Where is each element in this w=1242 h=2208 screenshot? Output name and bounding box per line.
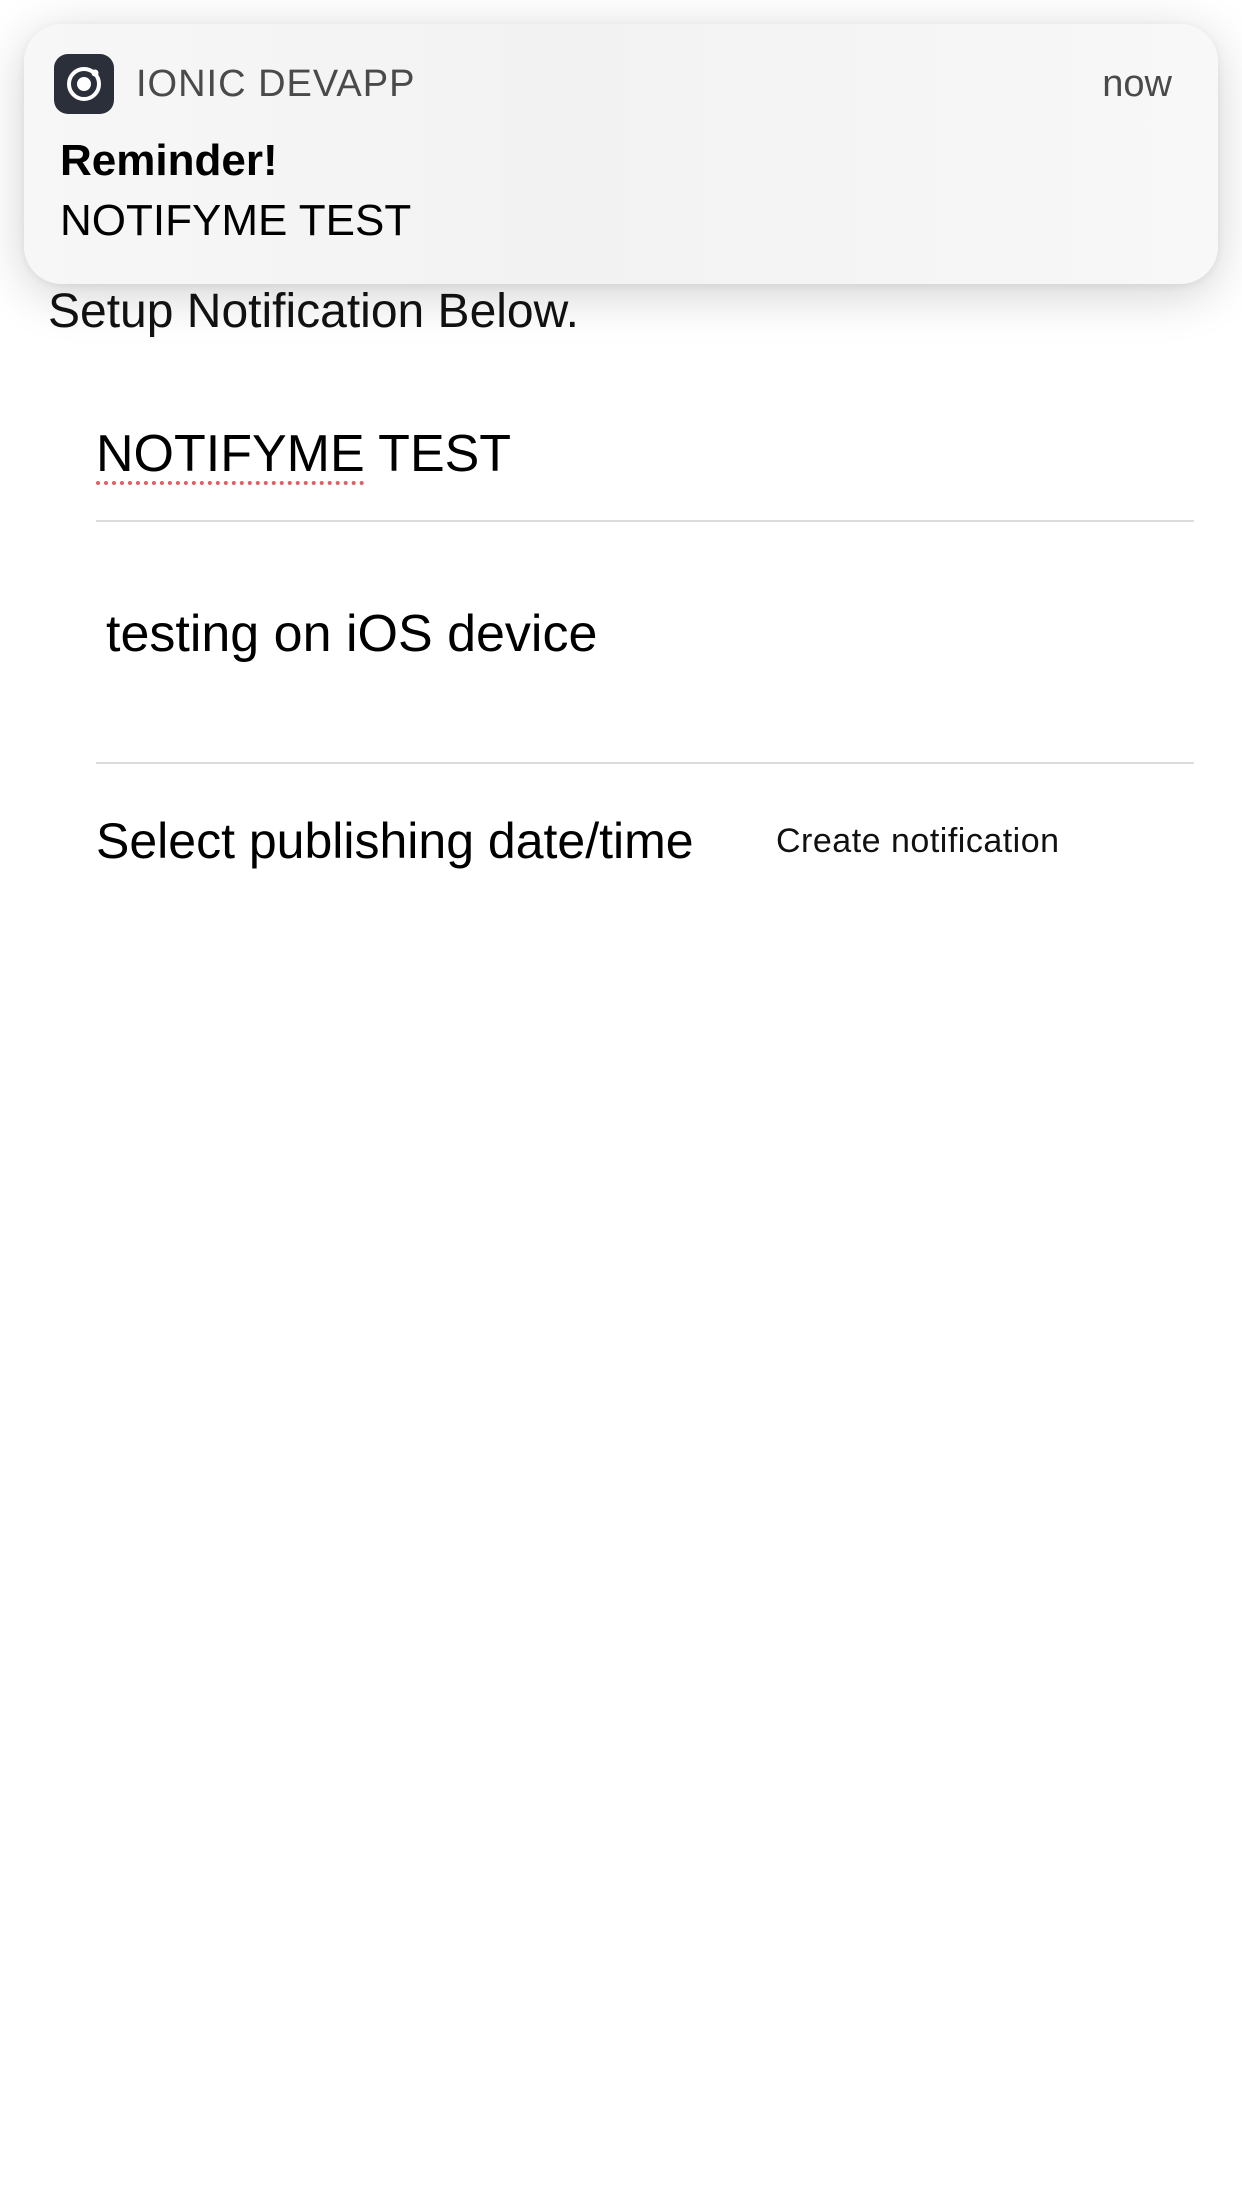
title-input-value-rest: TEST: [364, 425, 512, 483]
create-notification-button[interactable]: Create notification: [776, 822, 1060, 861]
title-input-value[interactable]: NOTIFYME TEST: [96, 424, 511, 484]
date-row: Select publishing date/time Create notif…: [96, 812, 1194, 882]
notification-time: now: [1102, 62, 1172, 105]
message-textarea[interactable]: testing on iOS device: [96, 580, 1194, 764]
title-input[interactable]: NOTIFYME TEST: [96, 400, 1194, 522]
message-textarea-value[interactable]: testing on iOS device: [106, 604, 597, 664]
notification-header: IONIC DEVAPP now: [54, 54, 1172, 114]
page-heading: Setup Notification Below.: [48, 285, 579, 338]
ionic-app-icon: [54, 54, 114, 114]
misspelled-word: NOTIFYME: [96, 425, 365, 483]
notification-banner[interactable]: IONIC DEVAPP now Reminder! NOTIFYME TEST: [24, 24, 1218, 284]
publishing-datetime-picker[interactable]: Select publishing date/time: [96, 812, 694, 870]
notification-title: Reminder!: [60, 136, 278, 185]
notification-body: NOTIFYME TEST: [60, 196, 412, 245]
notification-app-name: IONIC DEVAPP: [136, 62, 416, 105]
